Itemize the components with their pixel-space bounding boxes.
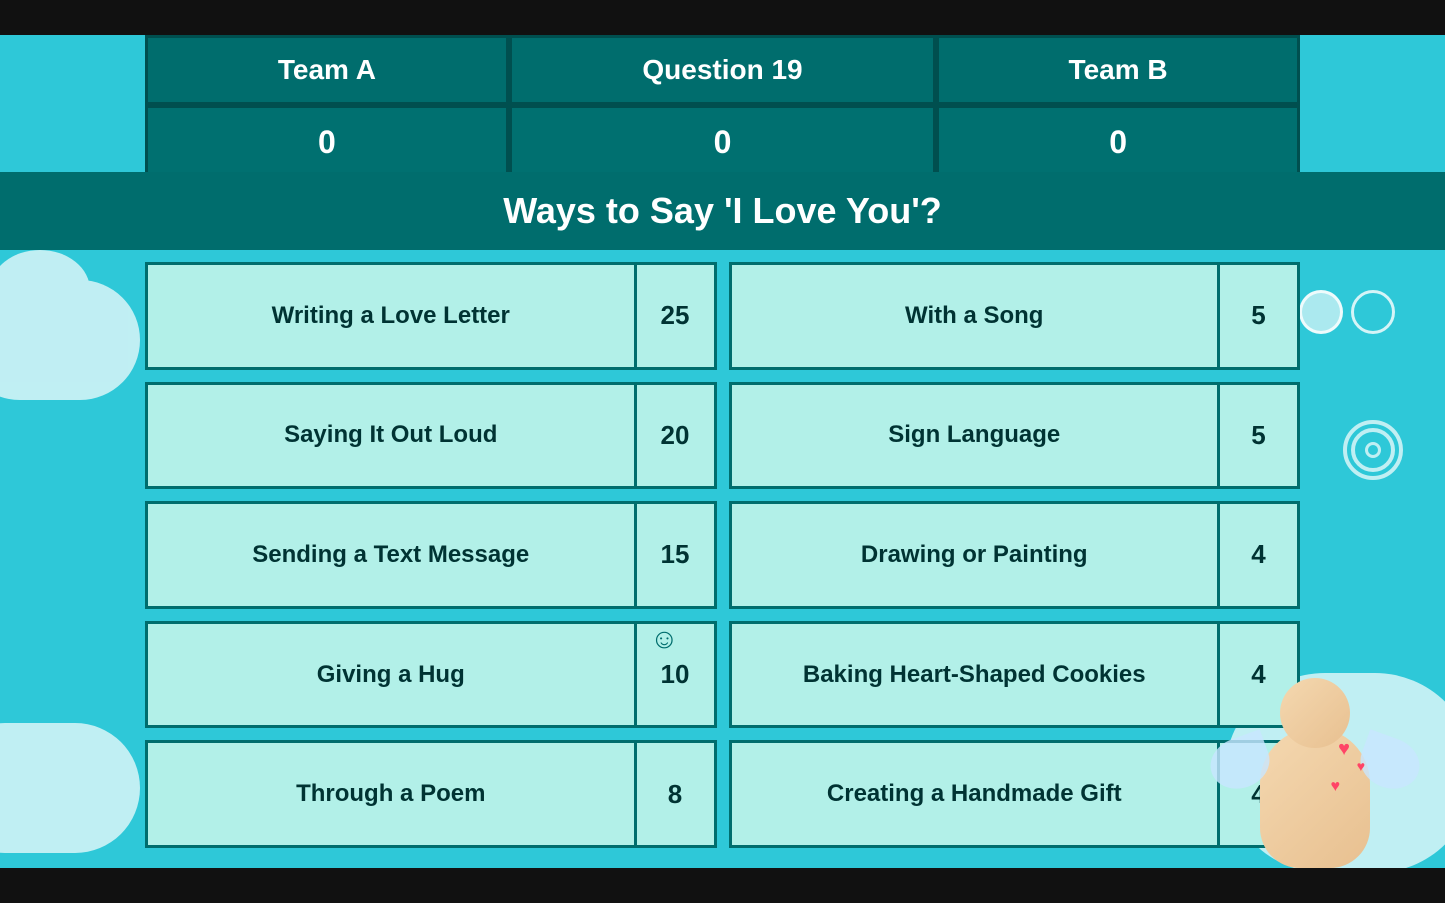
- answer-left-5[interactable]: Through a Poem 8: [145, 740, 717, 848]
- answer-left-2[interactable]: Saying It Out Loud 20: [145, 382, 717, 490]
- answer-score-2-right[interactable]: 5: [1220, 382, 1300, 490]
- answers-row-2: Saying It Out Loud 20 Sign Language 5: [145, 382, 1300, 490]
- answer-score-value-3-left: 15: [661, 539, 690, 570]
- answer-score-2-left[interactable]: 20: [637, 382, 717, 490]
- answer-text-3-left[interactable]: Sending a Text Message: [145, 501, 637, 609]
- header-top-row: Team A Question 19 Team B: [145, 35, 1300, 105]
- answer-label-1-right: With a Song: [905, 302, 1043, 330]
- answers-row-5: Through a Poem 8 Creating a Handmade Gif…: [145, 740, 1300, 848]
- answers-row-3: Sending a Text Message 15 Drawing or Pai…: [145, 501, 1300, 609]
- cupid-character: ♥ ♥ ♥: [1215, 638, 1415, 868]
- answer-score-value-1-right: 5: [1251, 300, 1265, 331]
- black-bar-top: [0, 0, 1445, 35]
- answer-text-5-left[interactable]: Through a Poem: [145, 740, 637, 848]
- answer-label-5-left: Through a Poem: [296, 780, 485, 808]
- team-b-score: 0: [936, 105, 1300, 180]
- answer-right-3[interactable]: Drawing or Painting 4: [729, 501, 1301, 609]
- answer-score-value-1-left: 25: [661, 300, 690, 331]
- answer-score-3-right[interactable]: 4: [1220, 501, 1300, 609]
- answers-row-4: Giving a Hug 10 Baking Heart-Shaped Cook…: [145, 621, 1300, 729]
- decorative-circles: [1299, 290, 1395, 334]
- black-bar-bottom: [0, 868, 1445, 903]
- answer-right-2[interactable]: Sign Language 5: [729, 382, 1301, 490]
- cupid-wing-left: [1203, 729, 1276, 797]
- answer-score-3-left[interactable]: 15: [637, 501, 717, 609]
- answer-text-5-right[interactable]: Creating a Handmade Gift: [729, 740, 1221, 848]
- question-label: Question 19: [642, 54, 802, 85]
- answer-score-1-left[interactable]: 25: [637, 262, 717, 370]
- answer-score-value-5-left: 8: [668, 779, 682, 810]
- cupid-body: ♥ ♥ ♥: [1260, 728, 1370, 868]
- answer-score-value-3-right: 4: [1251, 539, 1265, 570]
- question-score: 0: [509, 105, 936, 180]
- answers-row-1: Writing a Love Letter 25 With a Song 5: [145, 262, 1300, 370]
- answer-score-value-2-right: 5: [1251, 420, 1265, 451]
- header-scores-row: 0 0 0: [145, 105, 1300, 180]
- answer-left-1[interactable]: Writing a Love Letter 25: [145, 262, 717, 370]
- answer-label-3-right: Drawing or Painting: [861, 541, 1088, 569]
- smiley-decoration: ☺: [650, 623, 679, 655]
- target-circle: [1343, 420, 1403, 480]
- answer-label-2-right: Sign Language: [888, 421, 1060, 449]
- heart-decoration-1: ♥: [1338, 738, 1350, 761]
- answer-score-value-2-left: 20: [661, 420, 690, 451]
- answer-label-3-left: Sending a Text Message: [252, 541, 529, 569]
- question-score-value: 0: [714, 124, 732, 160]
- answer-score-5-left[interactable]: 8: [637, 740, 717, 848]
- cloud-decoration-topleft: [0, 280, 140, 400]
- team-a-score-value: 0: [318, 124, 336, 160]
- answer-label-2-left: Saying It Out Loud: [284, 421, 497, 449]
- team-a-score: 0: [145, 105, 509, 180]
- answer-right-1[interactable]: With a Song 5: [729, 262, 1301, 370]
- answer-label-4-left: Giving a Hug: [317, 661, 465, 689]
- answer-label-5-right: Creating a Handmade Gift: [827, 780, 1122, 808]
- answer-text-4-right[interactable]: Baking Heart-Shaped Cookies: [729, 621, 1221, 729]
- team-b-score-value: 0: [1109, 124, 1127, 160]
- team-b-header: Team B: [936, 35, 1300, 105]
- answer-text-2-left[interactable]: Saying It Out Loud: [145, 382, 637, 490]
- team-a-label: Team A: [278, 54, 376, 85]
- answer-label-1-left: Writing a Love Letter: [272, 302, 510, 330]
- team-b-label: Team B: [1069, 54, 1168, 85]
- answer-score-1-right[interactable]: 5: [1220, 262, 1300, 370]
- answer-text-1-right[interactable]: With a Song: [729, 262, 1221, 370]
- answer-text-3-right[interactable]: Drawing or Painting: [729, 501, 1221, 609]
- answer-text-1-left[interactable]: Writing a Love Letter: [145, 262, 637, 370]
- answer-left-4[interactable]: Giving a Hug 10: [145, 621, 717, 729]
- answers-grid: Writing a Love Letter 25 With a Song 5 S…: [145, 262, 1300, 858]
- heart-decoration-2: ♥: [1357, 758, 1365, 774]
- answer-label-4-right: Baking Heart-Shaped Cookies: [803, 661, 1146, 689]
- answer-text-2-right[interactable]: Sign Language: [729, 382, 1221, 490]
- cloud-decoration-bottomleft: [0, 723, 140, 853]
- header: Team A Question 19 Team B 0 0 0: [145, 35, 1300, 180]
- circle-filled-1: [1299, 290, 1343, 334]
- answer-text-4-left[interactable]: Giving a Hug: [145, 621, 637, 729]
- category-banner-text: Ways to Say 'I Love You'?: [503, 190, 942, 231]
- answer-score-value-4-left: 10: [661, 659, 690, 690]
- team-a-header: Team A: [145, 35, 509, 105]
- question-header: Question 19: [509, 35, 936, 105]
- target-circle-inner: [1365, 442, 1381, 458]
- heart-decoration-3: ♥: [1331, 778, 1341, 796]
- answer-left-3[interactable]: Sending a Text Message 15: [145, 501, 717, 609]
- category-banner: Ways to Say 'I Love You'?: [0, 172, 1445, 250]
- circle-outline-1: [1351, 290, 1395, 334]
